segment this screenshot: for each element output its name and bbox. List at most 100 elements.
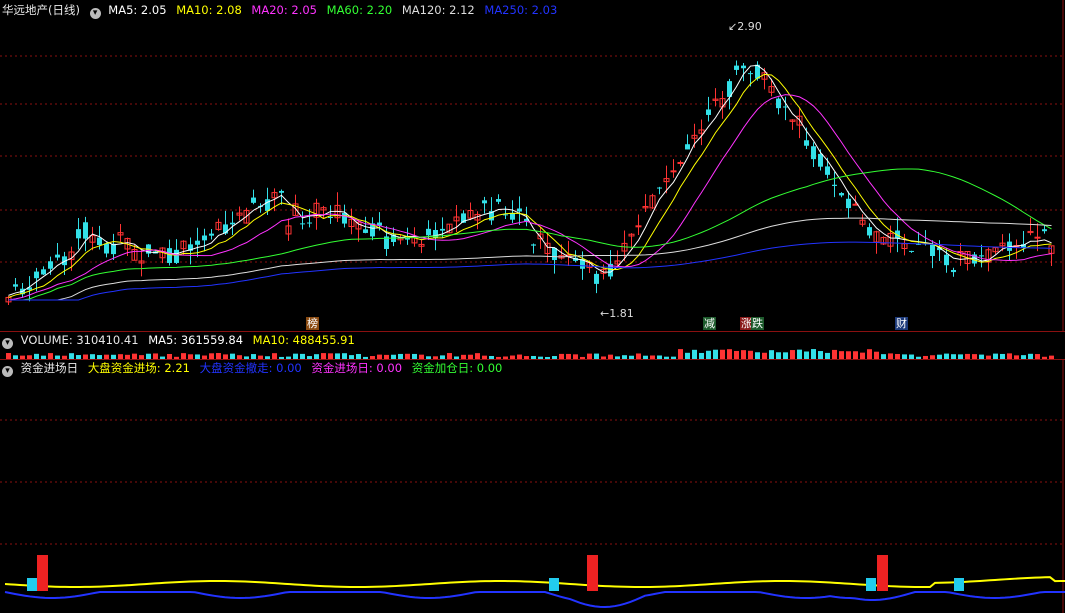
candle-body — [706, 109, 711, 115]
volume-bar — [818, 351, 823, 359]
volume-bar — [706, 350, 711, 359]
red-signal-bar — [37, 555, 48, 591]
ma-line — [8, 94, 1052, 301]
stock-title[interactable]: 华远地产(日线) — [2, 3, 80, 17]
ma10-label: MA10: 2.08 — [176, 3, 242, 17]
volume-bar — [678, 349, 683, 359]
candle-body — [804, 140, 809, 146]
volume-bar — [734, 350, 739, 359]
candle-body — [748, 73, 753, 75]
ind-item-1: 大盘资金撤走: 0.00 — [199, 361, 302, 375]
candle-body — [839, 193, 844, 196]
candle-body — [426, 228, 431, 236]
volume-bar — [769, 350, 774, 359]
candle-body — [635, 225, 642, 228]
indicator-legend: ▾ 资金进场日 大盘资金进场: 2.21 大盘资金撤走: 0.00 资金进场日:… — [2, 360, 508, 377]
volume-bar — [783, 352, 788, 359]
volume-bar — [713, 349, 718, 359]
ind-item-2: 资金进场日: 0.00 — [311, 361, 403, 375]
candle-body — [825, 166, 830, 175]
ma60-label: MA60: 2.20 — [326, 3, 393, 17]
candle-body — [230, 222, 235, 225]
candle-body — [55, 254, 60, 258]
vol-ma5-label: MA5: 361559.84 — [148, 333, 244, 347]
vol-ma10-label: MA10: 488455.91 — [252, 333, 355, 347]
candle-body — [510, 213, 515, 220]
candle-body — [818, 153, 823, 167]
candle-body — [783, 106, 788, 108]
candle-body — [111, 243, 116, 255]
candle-body — [685, 144, 690, 150]
ma250-label: MA250: 2.03 — [484, 3, 558, 17]
indicator-title: 资金进场日 — [20, 361, 79, 375]
candle-body — [531, 244, 536, 246]
candlestick-chart[interactable] — [0, 0, 1065, 331]
indicator-chart[interactable] — [0, 360, 1065, 613]
candle-body — [944, 254, 949, 266]
yellow-line — [4, 576, 1065, 589]
candle-body — [867, 227, 872, 236]
blue-line — [4, 591, 1065, 608]
candle-body — [48, 261, 53, 269]
candle-body — [328, 216, 333, 218]
candle-body — [657, 187, 662, 189]
ma-line — [8, 64, 1052, 296]
cyan-signal-bar — [549, 578, 559, 591]
candle-body — [482, 200, 487, 204]
volume-bar — [741, 350, 746, 359]
candle-body — [34, 271, 39, 279]
event-tag-jian[interactable]: 减 — [703, 317, 716, 330]
candle-body — [307, 222, 312, 224]
candle-body — [279, 190, 284, 193]
event-tag-bang[interactable]: 榜 — [306, 317, 319, 330]
candle-body — [76, 229, 81, 239]
collapse-arrow-icon[interactable]: ▾ — [89, 8, 101, 19]
price-pane[interactable]: 华远地产(日线) ▾ MA5: 2.05 MA10: 2.08 MA20: 2.… — [0, 0, 1065, 331]
volume-bar — [853, 351, 858, 359]
high-price-note: ↙2.90 — [728, 20, 762, 33]
candle-body — [174, 249, 179, 263]
candle-body — [979, 255, 984, 257]
volume-bar — [804, 351, 809, 359]
ind-item-0: 大盘资金进场: 2.21 — [87, 361, 190, 375]
volume-bar — [846, 351, 851, 359]
candle-body — [951, 269, 956, 273]
collapse-arrow-icon[interactable]: ▾ — [2, 366, 13, 377]
candle-body — [195, 240, 200, 245]
candle-body — [13, 284, 18, 287]
volume-pane[interactable]: ▾ VOLUME: 310410.41 MA5: 361559.84 MA10:… — [0, 332, 1065, 359]
event-tag-die[interactable]: 跌 — [751, 317, 764, 330]
candle-body — [832, 184, 837, 186]
volume-bar — [748, 350, 753, 359]
volume-bar — [776, 352, 781, 359]
candle-body — [909, 250, 914, 252]
ind-item-3: 资金加仓日: 0.00 — [411, 361, 503, 375]
indicator-pane[interactable]: ▾ 资金进场日 大盘资金进场: 2.21 大盘资金撤走: 0.00 资金进场日:… — [0, 360, 1065, 613]
red-signal-bar — [877, 555, 888, 591]
candle-body — [734, 65, 739, 70]
cyan-signal-bar — [27, 578, 37, 591]
candle-body — [209, 233, 214, 236]
volume-bar — [811, 349, 816, 359]
ma20-label: MA20: 2.05 — [251, 3, 317, 17]
volume-bar — [727, 349, 732, 359]
candle-body — [1034, 236, 1041, 239]
cyan-signal-bar — [954, 578, 964, 591]
candle-body — [41, 269, 46, 275]
candle-body — [741, 65, 746, 69]
volume-bar — [720, 349, 725, 359]
red-signal-bar — [587, 555, 598, 591]
candle-body — [300, 223, 305, 225]
volume-legend: ▾ VOLUME: 310410.41 MA5: 361559.84 MA10:… — [2, 332, 361, 349]
event-tag-cai[interactable]: 财 — [895, 317, 908, 330]
candle-body — [552, 247, 557, 261]
collapse-arrow-icon[interactable]: ▾ — [2, 338, 13, 349]
candle-body — [342, 212, 347, 224]
candle-body — [811, 146, 816, 160]
candle-body — [594, 273, 599, 284]
ma5-label: MA5: 2.05 — [108, 3, 167, 17]
volume-bar — [797, 349, 802, 359]
volume-bar — [874, 351, 879, 359]
ma120-label: MA120: 2.12 — [401, 3, 475, 17]
candle-body — [440, 228, 445, 231]
